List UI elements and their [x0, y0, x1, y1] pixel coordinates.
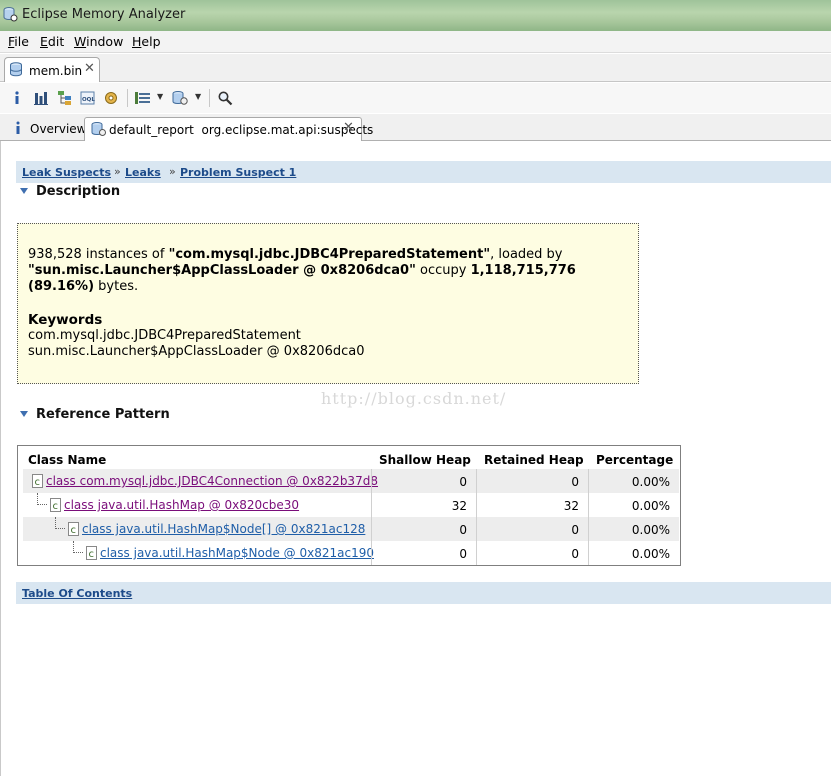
close-icon[interactable]: ✕ [84, 61, 95, 76]
svg-text:c: c [89, 549, 95, 560]
breadcrumb-leak-suspects[interactable]: Leak Suspects [22, 166, 111, 179]
tab-overview[interactable]: Overview [8, 117, 87, 141]
class-icon: c [68, 522, 79, 536]
memory-analyzer-app-icon [3, 7, 18, 22]
shallow-heap-value: 0 [459, 547, 467, 561]
toolbar-separator [209, 89, 210, 107]
class-link[interactable]: class java.util.HashMap @ 0x820cbe30 [64, 498, 299, 512]
shallow-heap-value: 0 [459, 475, 467, 489]
retained-heap-value: 0 [571, 547, 579, 561]
editor-tab-mem-bin[interactable]: mem.bin ✕ [4, 57, 100, 82]
histogram-icon[interactable] [31, 88, 51, 108]
editor-tab-label: mem.bin [29, 64, 83, 78]
percentage-value: 0.00% [631, 523, 670, 537]
menu-file[interactable]: File [8, 34, 29, 49]
info-icon [16, 121, 20, 134]
column-header-class-name[interactable]: Class Name [28, 453, 106, 467]
collapse-arrow-icon [20, 411, 28, 417]
toolbar-separator [127, 89, 128, 107]
close-icon[interactable]: ✕ [343, 120, 354, 135]
breadcrumb-leaks[interactable]: Leaks [125, 166, 161, 179]
shallow-heap-value: 32 [451, 499, 467, 513]
info-icon[interactable] [7, 88, 27, 108]
retained-heap-value: 32 [563, 499, 579, 513]
svg-text:c: c [35, 477, 41, 488]
report-icon [91, 122, 106, 136]
breadcrumb-problem-suspect-1[interactable]: Problem Suspect 1 [180, 166, 296, 179]
chevron-down-icon[interactable]: ▼ [195, 92, 201, 101]
menu-bar: File Edit Window Help [0, 31, 831, 53]
description-line-2: "sun.misc.Launcher$AppClassLoader @ 0x82… [28, 263, 576, 278]
heap-dump-overview-icon[interactable] [101, 88, 121, 108]
svg-text:c: c [71, 525, 77, 536]
table-of-contents-bar: Table Of Contents [16, 582, 831, 604]
tab-default-report-label: default_report org.eclipse.mat.api:suspe… [109, 123, 374, 137]
shallow-heap-value: 0 [459, 523, 467, 537]
oql-icon[interactable]: OQL [78, 88, 98, 108]
breadcrumb-separator: » [169, 165, 176, 178]
watermark: http://blog.csdn.net/ [321, 389, 507, 408]
class-link[interactable]: class com.mysql.jdbc.JDBC4Connection @ 0… [46, 474, 378, 488]
column-header-shallow-heap[interactable]: Shallow Heap [379, 453, 471, 467]
description-heading: Description [36, 184, 121, 199]
percentage-value: 0.00% [631, 547, 670, 561]
table-row[interactable]: c class java.util.HashMap @ 0x820cbe30 3… [23, 493, 679, 517]
breadcrumb-separator: » [114, 165, 121, 178]
report-content: Leak Suspects » Leaks » Problem Suspect … [0, 141, 831, 776]
column-header-percentage[interactable]: Percentage [596, 453, 673, 467]
table-row[interactable]: c class com.mysql.jdbc.JDBC4Connection @… [23, 469, 679, 493]
class-link[interactable]: class java.util.HashMap$Node @ 0x821ac19… [100, 546, 374, 560]
run-report-icon[interactable] [170, 88, 190, 108]
keyword-item: sun.misc.Launcher$AppClassLoader @ 0x820… [28, 344, 365, 359]
keywords-title: Keywords [28, 312, 103, 328]
description-line-3: (89.16%) bytes. [28, 279, 139, 294]
tree-connector [73, 541, 83, 553]
tree-connector [37, 493, 47, 505]
class-icon: c [32, 474, 43, 488]
class-icon: c [86, 546, 97, 560]
menu-edit[interactable]: Edit [40, 34, 64, 49]
reference-pattern-section-toggle[interactable]: Reference Pattern [20, 407, 170, 422]
description-box: 938,528 instances of "com.mysql.jdbc.JDB… [17, 223, 639, 384]
reference-pattern-heading: Reference Pattern [36, 407, 170, 422]
menu-help[interactable]: Help [132, 34, 161, 49]
retained-heap-value: 0 [571, 475, 579, 489]
query-browser-icon[interactable] [133, 88, 153, 108]
window-titlebar: Eclipse Memory Analyzer [0, 0, 831, 31]
retained-heap-value: 0 [571, 523, 579, 537]
collapse-arrow-icon [20, 188, 28, 194]
heap-dump-icon [10, 62, 22, 77]
table-row[interactable]: c class java.util.HashMap$Node[] @ 0x821… [23, 517, 679, 541]
chevron-down-icon[interactable]: ▼ [157, 92, 163, 101]
percentage-value: 0.00% [631, 475, 670, 489]
tab-overview-label: Overview [30, 122, 87, 136]
dominator-tree-icon[interactable] [55, 88, 75, 108]
tab-default-report[interactable]: default_report org.eclipse.mat.api:suspe… [84, 117, 373, 141]
search-icon[interactable] [215, 88, 235, 108]
keyword-item: com.mysql.jdbc.JDBC4PreparedStatement [28, 328, 301, 343]
svg-text:c: c [53, 501, 59, 512]
editor-tab-bar: mem.bin ✕ [0, 54, 831, 82]
class-icon: c [50, 498, 61, 512]
reference-pattern-table: Class Name Shallow Heap Retained Heap Pe… [17, 445, 681, 566]
breadcrumb: Leak Suspects » Leaks » Problem Suspect … [16, 161, 831, 183]
percentage-value: 0.00% [631, 499, 670, 513]
toolbar: OQL ▼ ▼ [0, 83, 831, 113]
description-section-toggle[interactable]: Description [20, 184, 120, 199]
svg-text:OQL: OQL [82, 97, 95, 103]
class-link[interactable]: class java.util.HashMap$Node[] @ 0x821ac… [82, 522, 365, 536]
column-header-retained-heap[interactable]: Retained Heap [484, 453, 584, 467]
tree-connector [55, 517, 65, 529]
table-row[interactable]: c class java.util.HashMap$Node @ 0x821ac… [23, 541, 679, 565]
table-of-contents-link[interactable]: Table Of Contents [22, 587, 132, 600]
menu-window[interactable]: Window [74, 34, 123, 49]
window-title: Eclipse Memory Analyzer [22, 7, 186, 22]
description-line-1: 938,528 instances of "com.mysql.jdbc.JDB… [28, 247, 563, 262]
report-tab-bar: Overview default_report org.eclipse.mat.… [0, 114, 831, 141]
